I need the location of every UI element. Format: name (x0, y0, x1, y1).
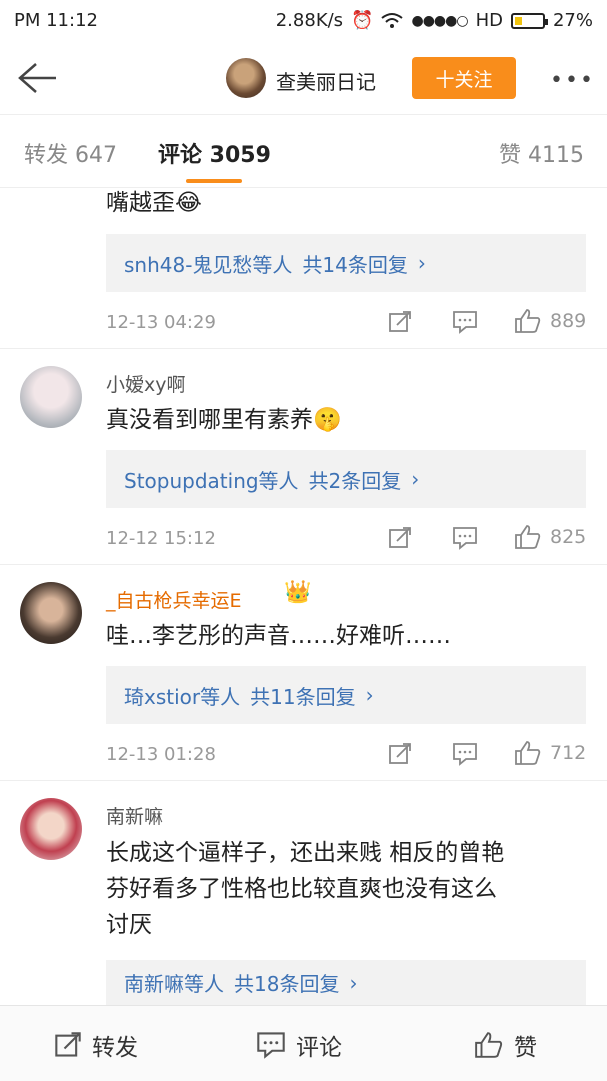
reply-count: 共11条回复 (250, 684, 356, 709)
reply-users: 南新嘛等人 (124, 972, 224, 996)
username[interactable]: 南新嘛 (106, 802, 163, 829)
reply-count: 共18条回复 (234, 972, 340, 996)
divider (0, 780, 607, 781)
comment-time: 12-13 04:29 (106, 312, 216, 333)
status-bar: PM 11:12 2.88K/s ⏰ ●●●●○ HD 27% (0, 0, 607, 42)
comment-icon (257, 1032, 285, 1059)
status-time: PM 11:12 (14, 10, 98, 31)
bottom-action-bar: 转发 评论 赞 (0, 1005, 607, 1081)
repost-button[interactable]: 转发 (54, 1028, 138, 1062)
reply-count: 共14条回复 (302, 252, 408, 277)
follow-button[interactable]: 十关注 (412, 57, 516, 99)
more-icon[interactable]: ••• (550, 68, 595, 93)
divider (0, 564, 607, 565)
comment-time: 12-13 01:28 (106, 744, 216, 765)
reply-preview[interactable]: 琦xstior等人 共11条回复 › (106, 666, 586, 724)
repost-icon[interactable] (388, 310, 412, 334)
chevron-right-icon: › (349, 970, 358, 995)
comment-text: 哇…李艺彤的声音……好难听…… (106, 623, 451, 649)
crown-icon: 👑 (284, 580, 312, 605)
like-action[interactable]: 825 (514, 524, 586, 550)
chevron-right-icon: › (411, 467, 420, 491)
like-button[interactable]: 赞 (474, 1028, 537, 1062)
like-label: 赞 (514, 1035, 537, 1061)
thumbs-up-icon (515, 309, 541, 333)
chevron-right-icon: › (365, 683, 374, 707)
like-count: 825 (550, 526, 587, 548)
battery-icon (510, 12, 548, 29)
user-avatar[interactable] (20, 798, 82, 860)
network-speed: 2.88K/s (275, 10, 344, 31)
comment-icon[interactable] (452, 310, 478, 334)
thumbs-up-icon (515, 741, 541, 765)
tab-like[interactable]: 赞 4115 (499, 137, 584, 169)
account-avatar[interactable] (226, 58, 266, 98)
like-count: 889 (550, 310, 587, 332)
comment-text-line: 长成这个逼样子，还出来贱 相反的曾艳 (106, 840, 505, 866)
comment-text-line: 芬好看多了性格也比较直爽也没有这么 (106, 876, 497, 902)
divider (0, 348, 607, 349)
reply-users: snh48-鬼见愁等人 (124, 252, 293, 277)
username[interactable]: _自古枪兵幸运E (106, 586, 242, 613)
tab-comment[interactable]: 评论 3059 (158, 137, 271, 169)
thumbs-up-icon (475, 1032, 503, 1058)
reply-preview[interactable]: 南新嘛等人 共18条回复 › (106, 960, 586, 1005)
alarm-icon: ⏰ (351, 10, 374, 31)
comment-time: 12-12 15:12 (106, 528, 216, 549)
reply-users: 琦xstior等人 (124, 684, 241, 709)
comment-text-line: 讨厌 (106, 912, 152, 938)
tab-bar: 转发 647 评论 3059 赞 4115 (0, 115, 607, 188)
back-arrow-icon[interactable] (16, 60, 58, 96)
header: 查美丽日记 十关注 ••• (0, 42, 607, 115)
thumbs-up-icon (515, 525, 541, 549)
reply-preview[interactable]: Stopupdating等人 共2条回复 › (106, 450, 586, 508)
comment-text: 嘴越歪😂 (106, 190, 202, 216)
user-avatar[interactable] (20, 366, 82, 428)
repost-icon[interactable] (388, 526, 412, 550)
hd-label: HD (475, 10, 503, 31)
username[interactable]: 小嫒xy啊 (106, 370, 186, 397)
reply-count: 共2条回复 (308, 468, 402, 493)
active-tab-indicator (186, 179, 242, 183)
repost-label: 转发 (92, 1035, 138, 1061)
wifi-icon (381, 12, 404, 28)
comment-text: 真没看到哪里有素养🤫 (106, 407, 342, 433)
comment-icon[interactable] (452, 742, 478, 766)
signal-icon: ●●●●○ (411, 12, 468, 29)
comment-label: 评论 (296, 1035, 342, 1061)
repost-icon (55, 1032, 81, 1057)
reply-users: Stopupdating等人 (124, 468, 299, 493)
repost-icon[interactable] (388, 742, 412, 766)
tab-repost[interactable]: 转发 647 (24, 137, 117, 169)
chevron-right-icon: › (417, 251, 426, 275)
user-avatar[interactable] (20, 582, 82, 644)
reply-preview[interactable]: snh48-鬼见愁等人 共14条回复 › (106, 234, 586, 292)
like-action[interactable]: 889 (514, 308, 586, 334)
like-count: 712 (550, 742, 587, 764)
comment-icon[interactable] (452, 526, 478, 550)
comment-button[interactable]: 评论 (256, 1028, 342, 1062)
account-name[interactable]: 查美丽日记 (276, 66, 376, 95)
like-action[interactable]: 712 (514, 740, 586, 766)
battery-percent: 27% (552, 10, 593, 31)
